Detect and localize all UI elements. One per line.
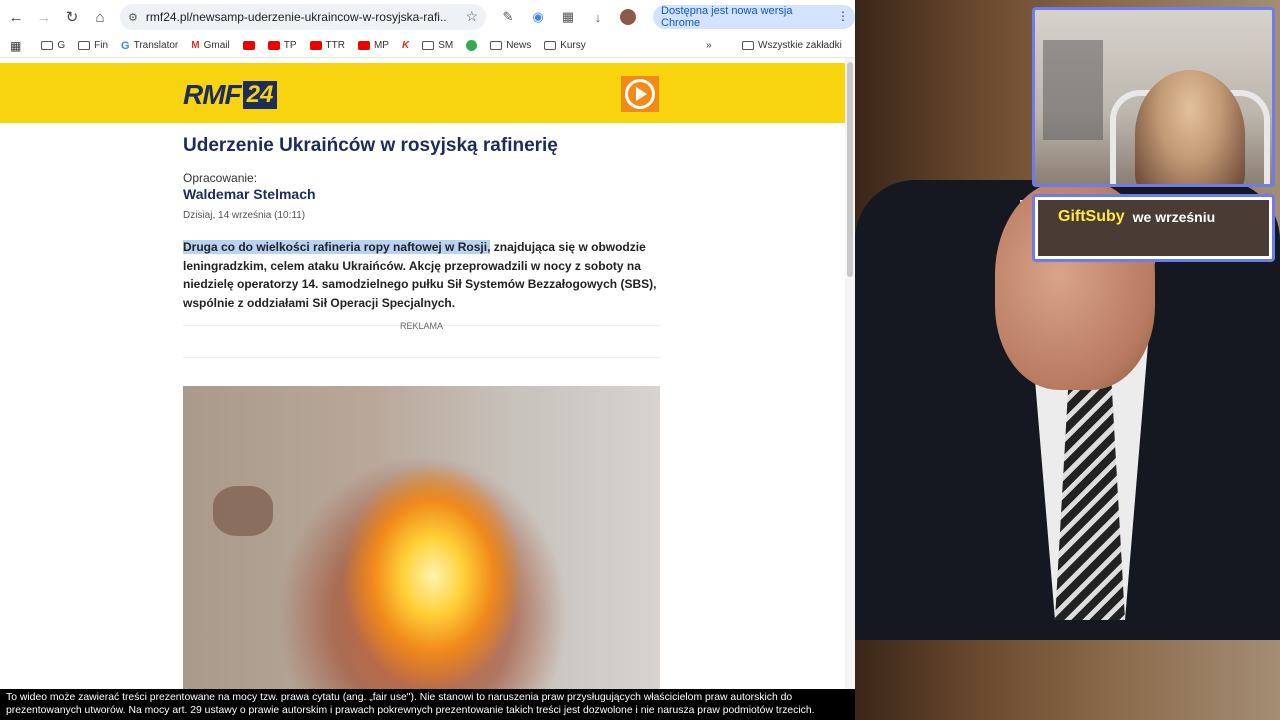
folder-icon <box>41 41 54 50</box>
article-date: Dzisiaj, 14 września (10:11) <box>183 210 306 221</box>
chrome-update-button[interactable]: Dostępna jest nowa wersja Chrome ⋮ <box>653 5 855 29</box>
profile-avatar[interactable] <box>618 7 638 27</box>
extension-pen-icon[interactable]: ✎ <box>498 7 518 27</box>
bookmark-folder-news[interactable]: News <box>490 40 531 51</box>
folder-icon <box>422 41 435 50</box>
bookmark-gmail[interactable]: M Gmail <box>191 40 229 51</box>
all-bookmarks-folder[interactable]: Wszystkie zakładki <box>742 40 842 51</box>
apps-grid-icon[interactable]: ▦ <box>10 39 21 53</box>
back-arrow-icon[interactable]: ← <box>2 3 30 31</box>
bookmark-tp[interactable]: TP <box>267 40 297 51</box>
bookmark-folder-g[interactable]: G <box>41 40 65 51</box>
youtube-icon <box>309 41 322 50</box>
soccer-ball-icon <box>466 40 478 51</box>
scrollbar-thumb[interactable] <box>847 62 853 277</box>
play-icon <box>625 79 655 109</box>
web-page: RMF 24 Uderzenie Ukraińców w rosyjską ra… <box>0 63 845 720</box>
streamer-webcam <box>1032 7 1275 187</box>
fair-use-disclaimer: To wideo może zawierać treści prezentowa… <box>0 689 855 720</box>
highlighted-text: Druga co do wielkości rafineria ropy naf… <box>183 240 491 254</box>
home-icon[interactable]: ⌂ <box>86 3 114 31</box>
extensions-area: ✎ ◉ ▦ ↓ <box>498 7 638 27</box>
bookmark-soccer[interactable] <box>466 40 478 51</box>
folder-icon <box>742 41 754 50</box>
ad-divider-bottom <box>183 357 660 358</box>
bookmark-folder-sm[interactable]: SM <box>422 40 453 51</box>
article-photo-explosion <box>183 386 660 720</box>
forward-arrow-icon[interactable]: → <box>30 3 58 31</box>
browser-window: ← → ↻ ⌂ ⚙ rmf24.pl/newsamp-uderzenie-ukr… <box>0 0 855 720</box>
article-lead: Druga co do wielkości rafineria ropy naf… <box>183 238 661 313</box>
byline-label: Opracowanie: <box>183 171 258 185</box>
reload-icon[interactable]: ↻ <box>58 3 86 31</box>
bookmark-folder-fin[interactable]: Fin <box>78 40 108 51</box>
address-bar[interactable]: ⚙ rmf24.pl/newsamp-uderzenie-ukraincow-w… <box>120 4 486 30</box>
download-icon[interactable]: ↓ <box>588 7 608 27</box>
browser-toolbar: ← → ↻ ⌂ ⚙ rmf24.pl/newsamp-uderzenie-ukr… <box>0 0 855 34</box>
extensions-puzzle-icon[interactable]: ▦ <box>558 7 578 27</box>
bookmark-ttr[interactable]: TTR <box>309 40 345 51</box>
site-header: RMF 24 <box>0 63 845 123</box>
update-label: Dostępna jest nowa wersja Chrome <box>661 5 793 29</box>
k-logo-icon: K <box>401 40 410 51</box>
radio-play-button[interactable] <box>621 76 659 112</box>
folder-icon <box>544 41 557 50</box>
gmail-icon: M <box>191 40 200 51</box>
youtube-icon <box>242 41 255 50</box>
page-scrollbar[interactable] <box>845 58 855 720</box>
site-settings-icon[interactable]: ⚙ <box>128 11 138 24</box>
google-icon: G <box>121 39 130 52</box>
bookmark-star-icon[interactable]: ☆ <box>465 8 478 25</box>
bookmark-mp[interactable]: MP <box>357 40 389 51</box>
bookmark-youtube[interactable] <box>242 41 255 50</box>
article-title: Uderzenie Ukraińców w rosyjską rafinerię <box>183 135 558 156</box>
youtube-icon <box>267 41 280 50</box>
extension-chrome-icon[interactable]: ◉ <box>528 7 548 27</box>
bookmark-k[interactable]: K <box>402 40 409 51</box>
url-text: rmf24.pl/newsamp-uderzenie-ukraincow-w-r… <box>145 10 446 24</box>
bookmark-translator[interactable]: G Translator <box>121 40 178 52</box>
bookmarks-bar: ▦ G Fin G Translator M Gmail TP TTR MP K S… <box>0 34 855 58</box>
ad-label: REKLAMA <box>399 321 443 331</box>
folder-icon <box>490 41 503 50</box>
menu-dots-icon[interactable]: ⋮ <box>837 9 849 23</box>
gift-subs-overlay: GiftSuby we wrześniu <box>1032 194 1275 262</box>
bookmark-folder-kursy[interactable]: Kursy <box>544 40 586 51</box>
author-link[interactable]: Waldemar Stelmach <box>183 186 316 202</box>
gift-name: GiftSuby <box>1058 208 1125 225</box>
gift-text: we wrześniu <box>1132 209 1216 225</box>
more-bookmarks-button[interactable]: » <box>706 40 712 51</box>
rmf24-logo[interactable]: RMF 24 <box>183 79 278 111</box>
youtube-icon <box>357 41 370 50</box>
folder-icon <box>78 41 91 50</box>
